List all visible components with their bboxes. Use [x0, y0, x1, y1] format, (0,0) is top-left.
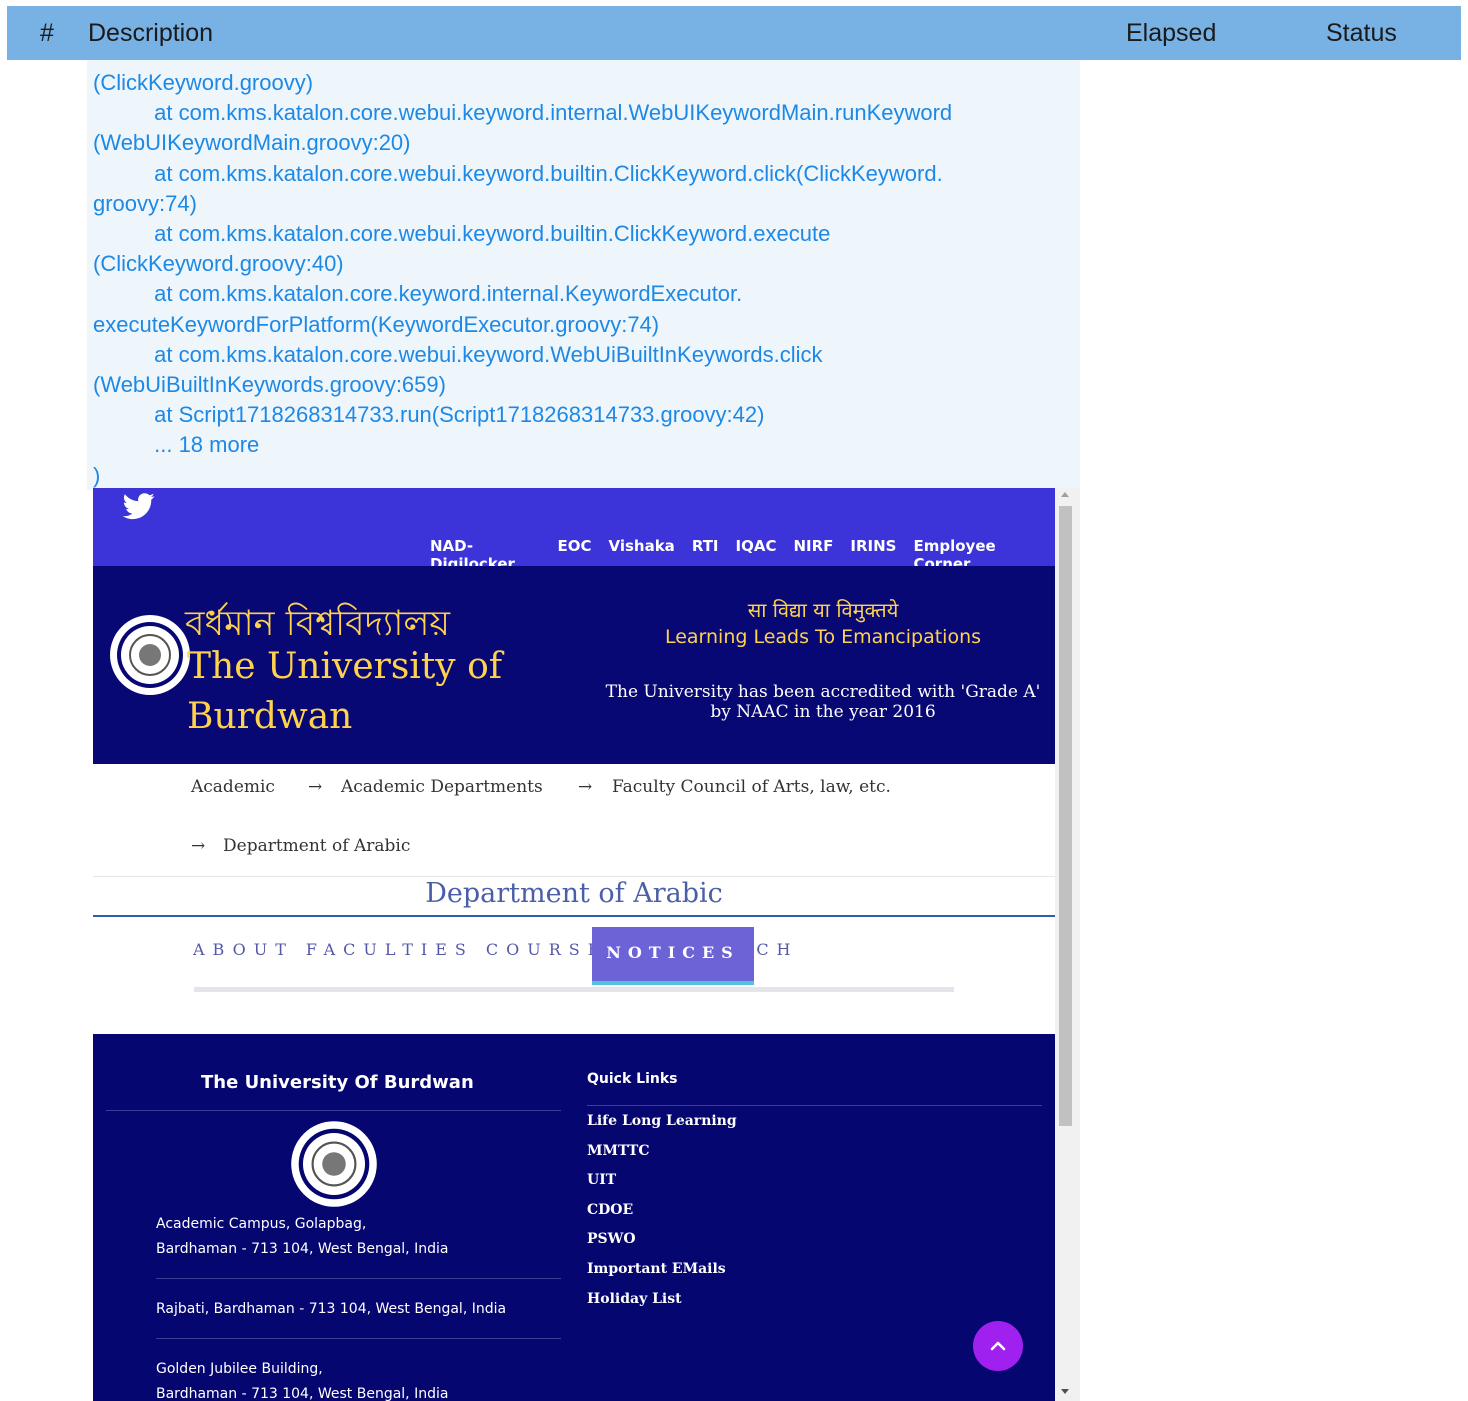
breadcrumb: Academic → Academic Departments → Facult… [93, 764, 1055, 877]
address-line: Rajbati, Bardhaman - 713 104, West Benga… [156, 1301, 507, 1317]
breadcrumb-department-of-arabic: Department of Arabic [223, 836, 411, 856]
department-title: Department of Arabic [425, 878, 723, 909]
tab-notices[interactable]: NOTICES [592, 927, 754, 985]
quick-link-uit[interactable]: UIT [587, 1166, 737, 1196]
breadcrumb-faculty-council[interactable]: Faculty Council of Arts, law, etc. [612, 777, 891, 797]
motto-english: Learning Leads To Emancipations [664, 626, 982, 648]
english-title[interactable]: The University of Burdwan [187, 642, 547, 742]
stack-trace-text: (ClickKeyword.groovy) at com.kms.katalon… [93, 70, 953, 488]
column-index: # [40, 19, 54, 47]
column-status: Status [1326, 19, 1397, 47]
scroll-down-arrow-icon[interactable] [1061, 1389, 1069, 1394]
footer-divider [156, 1338, 561, 1339]
footer-divider [156, 1278, 561, 1279]
accreditation-text: The University has been accredited with … [605, 682, 1041, 722]
quick-link-pswo[interactable]: PSWO [587, 1225, 737, 1255]
twitter-icon[interactable] [121, 490, 157, 522]
site-topbar: NAD-Digilocker EOC Vishaka RTI IQAC NIRF IRINS… [93, 488, 1055, 573]
scroll-up-arrow-icon[interactable] [1061, 492, 1069, 497]
address-academic-campus: Academic Campus, Golapbag, Bardhaman - 7… [156, 1212, 448, 1262]
log-message-panel: (ClickKeyword.groovy) at com.kms.katalon… [87, 60, 1080, 490]
quick-link-cdoe[interactable]: CDOE [587, 1196, 737, 1226]
back-to-top-button[interactable] [973, 1321, 1023, 1371]
breadcrumb-arrow: → [308, 777, 323, 797]
page-scrollbar[interactable] [1055, 488, 1080, 1401]
breadcrumb-academic[interactable]: Academic [191, 777, 275, 797]
site-banner: বর্ধমান বিশ্ববিদ্যালয় The University of… [93, 566, 1055, 764]
column-elapsed: Elapsed [1126, 19, 1217, 47]
scrollbar-thumb[interactable] [1059, 506, 1072, 1126]
breadcrumb-arrow: → [191, 836, 206, 856]
university-seal-icon [291, 1121, 377, 1207]
university-seal-icon [110, 615, 190, 695]
footer-university-name: The University Of Burdwan [201, 1072, 474, 1093]
quick-link-important-emails[interactable]: Important EMails [587, 1255, 737, 1285]
footer-divider [106, 1110, 561, 1111]
quick-links-title: Quick Links [587, 1071, 678, 1087]
tab-faculties[interactable]: FACULTIES [306, 940, 474, 959]
site-footer: The University Of Burdwan Academic Campu… [93, 1034, 1055, 1401]
attached-screenshot: NAD-Digilocker EOC Vishaka RTI IQAC NIRF IRINS… [93, 488, 1080, 1401]
tab-about[interactable]: ABOUT [193, 940, 294, 959]
footer-divider [587, 1105, 1042, 1106]
address-line: Academic Campus, Golapbag, Bardhaman - 7… [156, 1216, 449, 1257]
column-description: Description [88, 19, 214, 47]
quick-link-holiday-list[interactable]: Holiday List [587, 1285, 737, 1315]
tab-scroll-track [194, 987, 954, 992]
chevron-up-icon [990, 1341, 1006, 1351]
breadcrumb-arrow: → [578, 777, 593, 797]
breadcrumb-academic-departments[interactable]: Academic Departments [341, 777, 543, 797]
address-line: Golden Jubilee Building, Bardhaman - 713… [156, 1361, 449, 1401]
report-table-header: # Description Elapsed Status [7, 6, 1461, 60]
motto-hindi: सा विद्या या विमुक्तये [747, 598, 899, 622]
quick-links-list: Life Long Learning MMTTC UIT CDOE PSWO Import… [587, 1107, 737, 1314]
address-rajbati: Rajbati, Bardhaman - 713 104, West Benga… [156, 1297, 506, 1322]
department-title-underline [93, 915, 1055, 917]
quick-link-life-long-learning[interactable]: Life Long Learning [587, 1107, 737, 1137]
address-golden-jubilee: Golden Jubilee Building, Bardhaman - 713… [156, 1357, 448, 1401]
quick-link-mmttc[interactable]: MMTTC [587, 1137, 737, 1167]
